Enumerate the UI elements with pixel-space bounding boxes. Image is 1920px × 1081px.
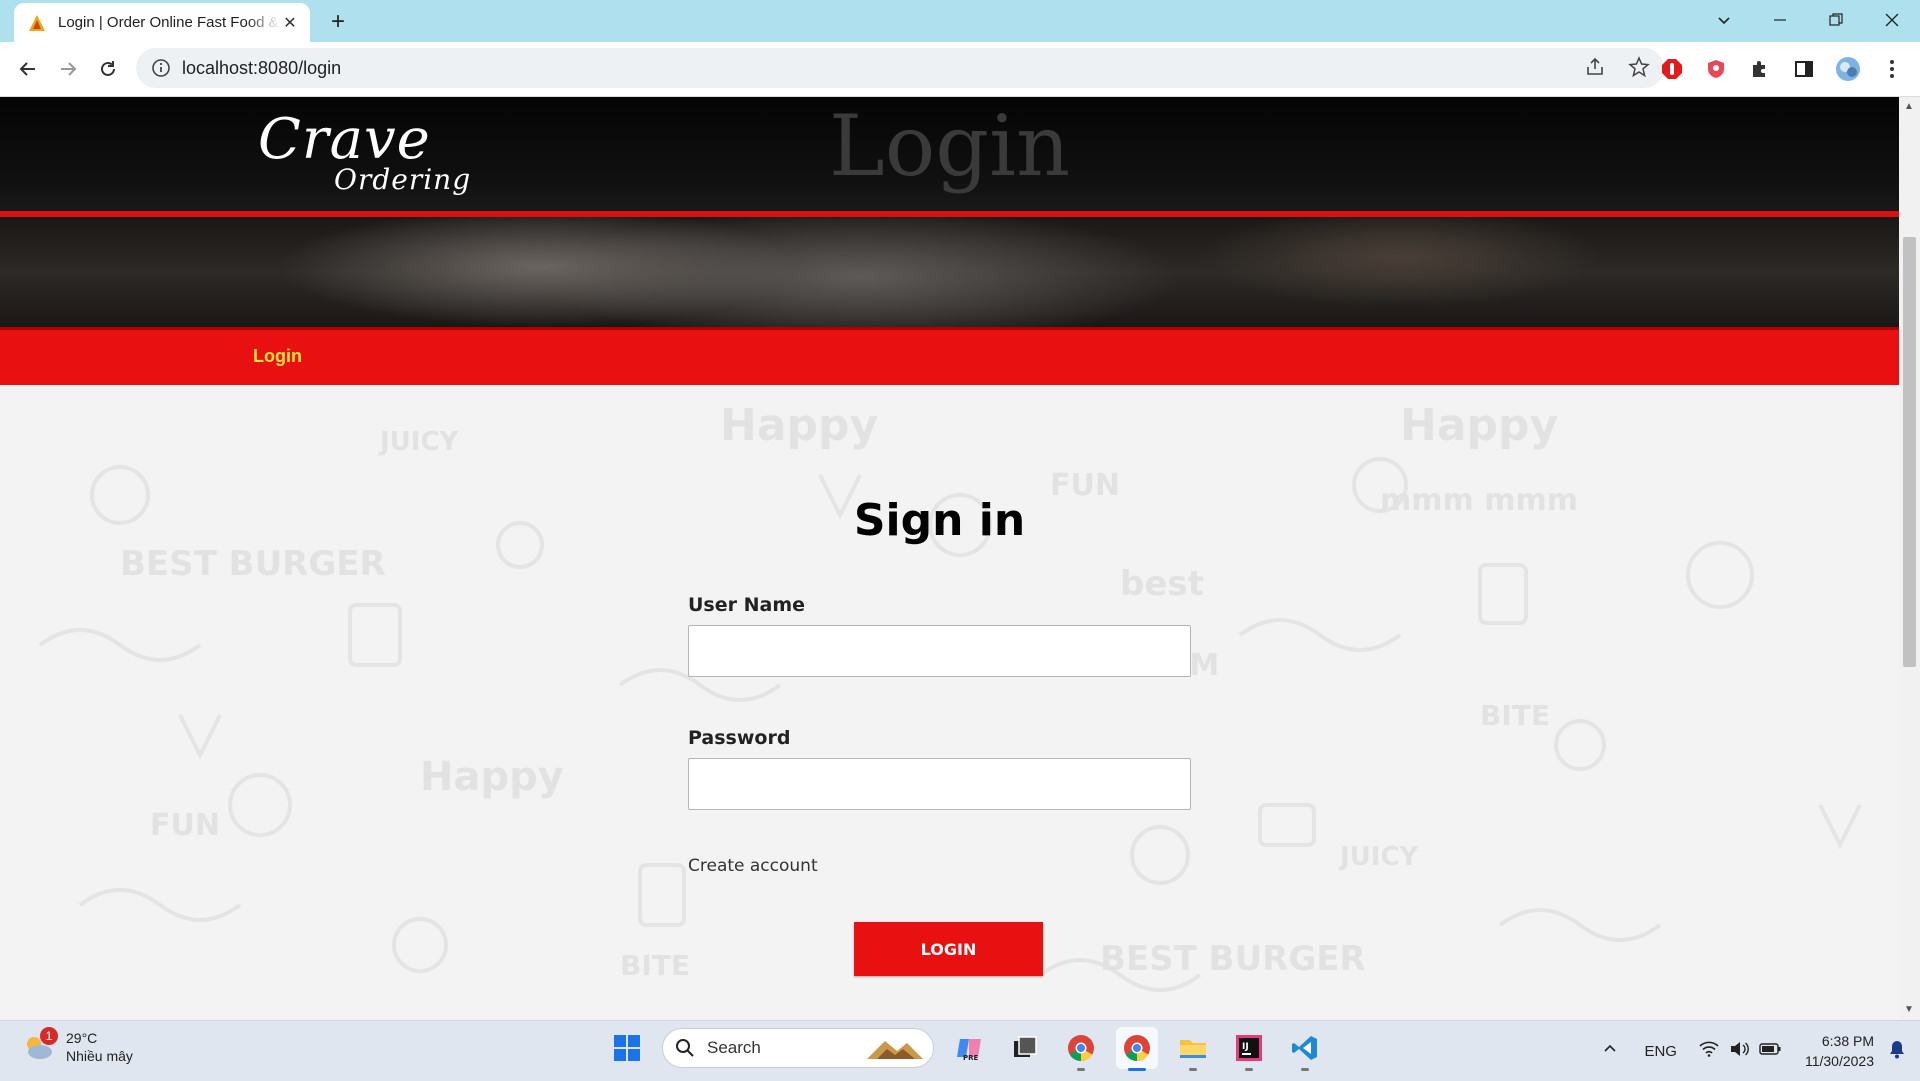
username-input[interactable] bbox=[688, 625, 1191, 677]
clock-date: 11/30/2023 bbox=[1804, 1053, 1874, 1069]
password-input[interactable] bbox=[688, 758, 1191, 810]
site-header: Login Crave Ordering bbox=[0, 97, 1899, 215]
wifi-icon[interactable] bbox=[1699, 1041, 1719, 1061]
notification-bell-icon[interactable] bbox=[1888, 1039, 1906, 1063]
svg-text:Happy: Happy bbox=[720, 400, 878, 451]
system-tray: ENG 6:38 PM 11/30/2023 bbox=[1584, 1021, 1906, 1081]
reload-icon[interactable] bbox=[94, 55, 122, 83]
intellij-idea-icon[interactable]: IJ bbox=[1228, 1027, 1270, 1071]
windows-start-icon[interactable] bbox=[606, 1027, 648, 1069]
create-account-link[interactable]: Create account bbox=[688, 856, 818, 876]
running-indicator bbox=[1301, 1068, 1309, 1071]
svg-text:BITE: BITE bbox=[620, 949, 690, 982]
system-clock[interactable]: 6:38 PM 11/30/2023 bbox=[1805, 1031, 1874, 1071]
page-viewport: Login Crave Ordering Login Happy Happy H… bbox=[0, 97, 1899, 1020]
file-explorer-icon[interactable] bbox=[1172, 1027, 1214, 1071]
weather-temperature: 29°C bbox=[66, 1030, 98, 1046]
scroll-up-arrow-icon[interactable]: ▲ bbox=[1904, 102, 1914, 112]
tab-close-icon[interactable]: ✕ bbox=[280, 13, 300, 33]
vscode-icon[interactable] bbox=[1284, 1027, 1326, 1071]
show-hidden-icons-chevron-icon[interactable] bbox=[1602, 1041, 1618, 1061]
weather-alert-badge: 1 bbox=[40, 1027, 58, 1045]
running-indicator bbox=[1189, 1068, 1197, 1071]
svg-text:BEST BURGER: BEST BURGER bbox=[120, 544, 386, 584]
language-indicator[interactable]: ENG bbox=[1644, 1043, 1677, 1060]
share-icon[interactable] bbox=[1584, 56, 1606, 78]
running-indicator bbox=[1077, 1068, 1085, 1071]
svg-text:mmm mmm: mmm mmm bbox=[1380, 483, 1578, 518]
form-title: Sign in bbox=[853, 495, 1026, 546]
search-label: Search bbox=[707, 1038, 761, 1057]
nav-bar: Login bbox=[0, 327, 1899, 388]
profile-avatar[interactable] bbox=[1834, 55, 1862, 83]
task-view-icon[interactable] bbox=[1004, 1027, 1046, 1069]
forward-arrow-icon[interactable] bbox=[54, 55, 82, 83]
copilot-icon[interactable]: PRE bbox=[948, 1027, 990, 1069]
site-info-icon[interactable] bbox=[150, 57, 172, 79]
search-highlight-illustration-icon bbox=[867, 1041, 923, 1059]
scrollbar-thumb[interactable] bbox=[1903, 237, 1916, 667]
side-panel-icon[interactable] bbox=[1790, 55, 1818, 83]
search-icon bbox=[676, 1039, 694, 1057]
running-indicator bbox=[1245, 1068, 1253, 1071]
window-controls bbox=[1696, 0, 1920, 42]
svg-text:Happy: Happy bbox=[420, 754, 564, 800]
svg-text:best: best bbox=[1120, 564, 1204, 604]
page-scrollbar[interactable]: ▲ ▼ bbox=[1899, 97, 1920, 1020]
browser-toolbar: localhost:8080/login bbox=[0, 42, 1920, 97]
active-indicator bbox=[1128, 1068, 1146, 1071]
clock-time: 6:38 PM bbox=[1821, 1033, 1874, 1049]
new-tab-button[interactable]: + bbox=[324, 8, 352, 36]
extensions-puzzle-icon[interactable] bbox=[1746, 55, 1774, 83]
weather-widget[interactable]: 1 29°C Nhiều mây bbox=[22, 1027, 133, 1065]
tab-title: Login | Order Online Fast Food & Drinks bbox=[58, 14, 280, 31]
hero-banner-image bbox=[0, 217, 1899, 327]
taskbar-apps: Search PRE IJ bbox=[606, 1027, 1326, 1071]
chrome-active-icon[interactable] bbox=[1116, 1027, 1158, 1071]
minimize-button[interactable] bbox=[1752, 0, 1808, 40]
username-label: User Name bbox=[688, 594, 806, 616]
svg-text:Happy: Happy bbox=[1400, 400, 1558, 451]
back-arrow-icon[interactable] bbox=[14, 55, 42, 83]
scroll-down-arrow-icon[interactable]: ▼ bbox=[1904, 1005, 1914, 1015]
windows-taskbar: 1 29°C Nhiều mây Search PRE IJ ENG 6:38 … bbox=[0, 1020, 1920, 1081]
extension-adblock-icon[interactable] bbox=[1658, 55, 1686, 83]
address-bar[interactable]: localhost:8080/login bbox=[136, 48, 1664, 88]
svg-text:JUICY: JUICY bbox=[378, 427, 460, 457]
password-label: Password bbox=[688, 727, 791, 749]
login-button[interactable]: LOGIN bbox=[854, 922, 1043, 976]
url-text: localhost:8080/login bbox=[182, 57, 342, 78]
browser-menu-icon[interactable] bbox=[1878, 55, 1906, 83]
battery-icon[interactable] bbox=[1759, 1042, 1781, 1060]
svg-text:IJ: IJ bbox=[1242, 1042, 1249, 1052]
taskbar-search[interactable]: Search bbox=[662, 1028, 934, 1068]
browser-tab-bar: Login | Order Online Fast Food & Drinks … bbox=[0, 0, 1920, 42]
logo-text-ordering[interactable]: Ordering bbox=[334, 163, 471, 196]
extension-shield-icon[interactable] bbox=[1702, 55, 1730, 83]
svg-text:JUICY: JUICY bbox=[1338, 842, 1420, 872]
weather-description: Nhiều mây bbox=[66, 1048, 133, 1064]
cloudy-weather-icon: 1 bbox=[22, 1027, 58, 1063]
tab-search-chevron-icon[interactable] bbox=[1696, 0, 1752, 40]
svg-text:PRE: PRE bbox=[963, 1054, 979, 1062]
chrome-icon[interactable] bbox=[1060, 1027, 1102, 1071]
site-favicon-icon bbox=[29, 14, 45, 31]
restore-button[interactable] bbox=[1808, 0, 1864, 40]
volume-icon[interactable] bbox=[1729, 1041, 1749, 1061]
nav-item-login[interactable]: Login bbox=[253, 346, 302, 367]
svg-text:FUN: FUN bbox=[150, 808, 220, 843]
svg-text:BEST BURGER: BEST BURGER bbox=[1100, 939, 1366, 979]
close-window-button[interactable] bbox=[1864, 0, 1920, 40]
bookmark-star-icon[interactable] bbox=[1628, 56, 1650, 78]
svg-text:BITE: BITE bbox=[1480, 699, 1550, 732]
browser-tab[interactable]: Login | Order Online Fast Food & Drinks … bbox=[14, 3, 310, 42]
